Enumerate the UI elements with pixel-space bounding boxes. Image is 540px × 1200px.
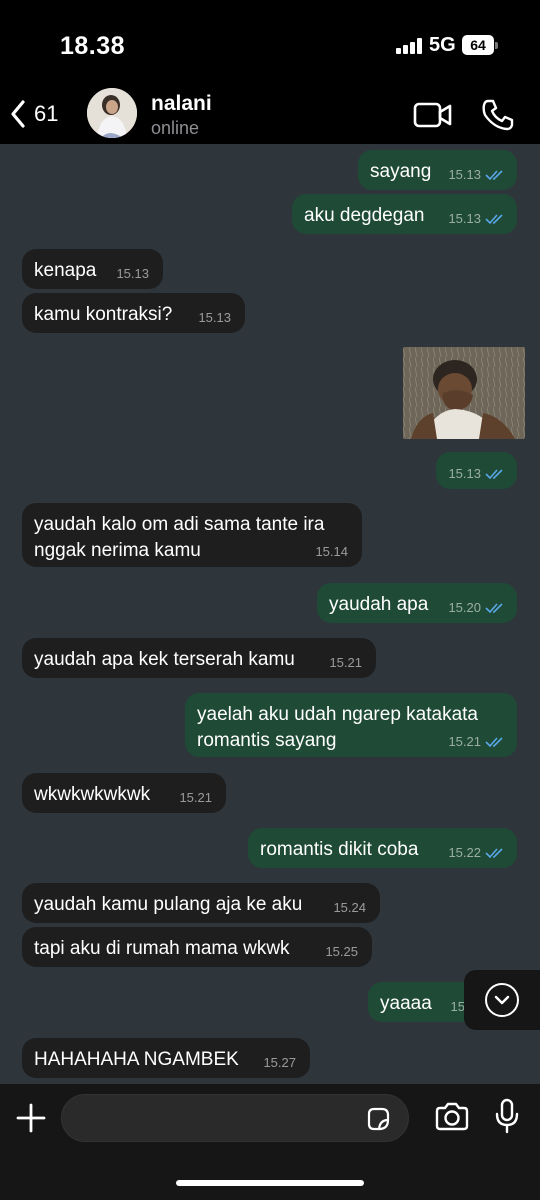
message-text: tapi aku di rumah mama wkwk xyxy=(34,938,290,959)
chevron-down-icon xyxy=(494,995,510,1005)
message-outgoing[interactable]: yaelah aku udah ngarep katakata romantis… xyxy=(185,693,517,757)
avatar[interactable] xyxy=(87,88,137,138)
message-time: 15.13 xyxy=(448,167,481,182)
unread-count: 61 xyxy=(34,101,59,126)
message-time-wrap: 15.21 xyxy=(448,735,505,749)
microphone-button[interactable] xyxy=(494,1098,520,1134)
circle-chevron-down-icon xyxy=(485,983,519,1017)
message-time-wrap: 15.24 xyxy=(333,901,366,915)
message-time: 15.20 xyxy=(448,600,481,615)
message-text: yaudah kamu pulang aja ke aku xyxy=(34,894,303,915)
message-incoming[interactable]: HAHAHAHA NGAMBEK 15.27 xyxy=(22,1038,310,1078)
sticker-icon xyxy=(367,1107,390,1131)
message-outgoing[interactable]: romantis dikit coba 15.22 xyxy=(248,828,517,868)
message-time: 15.13 xyxy=(116,266,149,281)
message-time-wrap: 15.27 xyxy=(263,1056,296,1070)
message-time-wrap: 15.20 xyxy=(448,601,505,615)
message-time: 15.13 xyxy=(448,466,481,481)
voice-call-button[interactable] xyxy=(481,98,515,132)
plus-icon xyxy=(16,1103,46,1133)
chat-header: 61 nalani online xyxy=(0,86,540,144)
message-time: 15.13 xyxy=(198,310,231,325)
double-check-icon xyxy=(485,848,503,859)
home-indicator xyxy=(176,1180,364,1186)
message-time-wrap: 15.22 xyxy=(448,846,505,860)
message-time: 15.25 xyxy=(325,944,358,959)
message-outgoing[interactable]: aku degdegan 15.13 xyxy=(292,194,517,234)
camera-button[interactable] xyxy=(434,1102,470,1132)
message-time-wrap: 15.13 xyxy=(448,467,505,481)
message-text: yaudah apa kek terserah kamu xyxy=(34,649,295,670)
message-time-wrap: 15.25 xyxy=(325,945,358,959)
camera-icon xyxy=(435,1102,469,1131)
scroll-to-bottom-button[interactable] xyxy=(464,970,540,1030)
microphone-icon xyxy=(495,1098,519,1134)
double-check-icon xyxy=(485,469,503,480)
status-time: 18.38 xyxy=(60,32,126,60)
message-incoming[interactable]: kamu kontraksi? 15.13 xyxy=(22,293,245,333)
battery-icon: 64 xyxy=(462,35,494,55)
message-outgoing[interactable]: yaudah apa 15.20 xyxy=(317,583,517,623)
message-time: 15.21 xyxy=(179,790,212,805)
message-time: 15.21 xyxy=(448,734,481,749)
message-time-wrap: 15.13 xyxy=(448,168,505,182)
message-time-wrap: 15.13 xyxy=(448,212,505,226)
back-button[interactable]: 61 xyxy=(10,96,58,132)
message-incoming[interactable]: yaudah kalo om adi sama tante ira nggak … xyxy=(22,503,362,567)
message-time-wrap: 15.21 xyxy=(329,656,362,670)
message-incoming[interactable]: yaudah apa kek terserah kamu 15.21 xyxy=(22,638,376,678)
contact-name[interactable]: nalani xyxy=(151,92,212,116)
input-bar xyxy=(0,1084,540,1200)
message-incoming[interactable]: wkwkwkwkwk 15.21 xyxy=(22,773,226,813)
double-check-icon xyxy=(485,737,503,748)
message-time: 15 xyxy=(450,999,465,1014)
message-time: 15.21 xyxy=(329,655,362,670)
double-check-icon xyxy=(485,603,503,614)
message-time-wrap: 15.14 xyxy=(315,545,348,559)
network-type: 5G xyxy=(429,34,456,56)
message-incoming[interactable]: kenapa 15.13 xyxy=(22,249,163,289)
chevron-left-icon xyxy=(11,100,25,128)
message-time: 15.24 xyxy=(333,900,366,915)
meme-image xyxy=(403,347,525,439)
message-time-wrap: 15 xyxy=(451,1000,465,1014)
double-check-icon xyxy=(485,214,503,225)
signal-icon xyxy=(396,38,424,54)
phone-icon xyxy=(482,99,514,131)
message-time-wrap: 15.13 xyxy=(116,267,149,281)
message-text: yaudah kalo om adi sama tante ira nggak … xyxy=(34,514,325,561)
attach-button[interactable] xyxy=(15,1102,47,1134)
message-time: 15.27 xyxy=(263,1055,296,1070)
message-time-wrap: 15.21 xyxy=(179,791,212,805)
message-incoming[interactable]: tapi aku di rumah mama wkwk 15.25 xyxy=(22,927,372,967)
message-outgoing[interactable]: sayang 15.13 xyxy=(358,150,517,190)
avatar-image xyxy=(87,88,137,138)
double-check-icon xyxy=(485,170,503,181)
message-outgoing[interactable]: 15.13 xyxy=(436,452,517,489)
contact-status: online xyxy=(151,118,200,138)
battery-tip xyxy=(495,42,498,49)
status-bar: 18.38 5G 64 xyxy=(0,0,540,86)
video-call-button[interactable] xyxy=(413,100,453,130)
image-message[interactable] xyxy=(403,347,525,439)
video-camera-icon xyxy=(413,102,452,128)
message-time: 15.13 xyxy=(448,211,481,226)
message-time: 15.22 xyxy=(448,845,481,860)
message-time: 15.14 xyxy=(315,544,348,559)
message-text: HAHAHAHA NGAMBEK xyxy=(34,1049,239,1070)
message-incoming[interactable]: yaudah kamu pulang aja ke aku 15.24 xyxy=(22,883,380,923)
sticker-button[interactable] xyxy=(365,1106,391,1132)
chat-area[interactable]: sayang 15.13 aku degdegan 15.13 kenapa 1… xyxy=(0,144,540,1084)
message-time-wrap: 15.13 xyxy=(198,311,231,325)
message-input[interactable] xyxy=(61,1094,409,1142)
